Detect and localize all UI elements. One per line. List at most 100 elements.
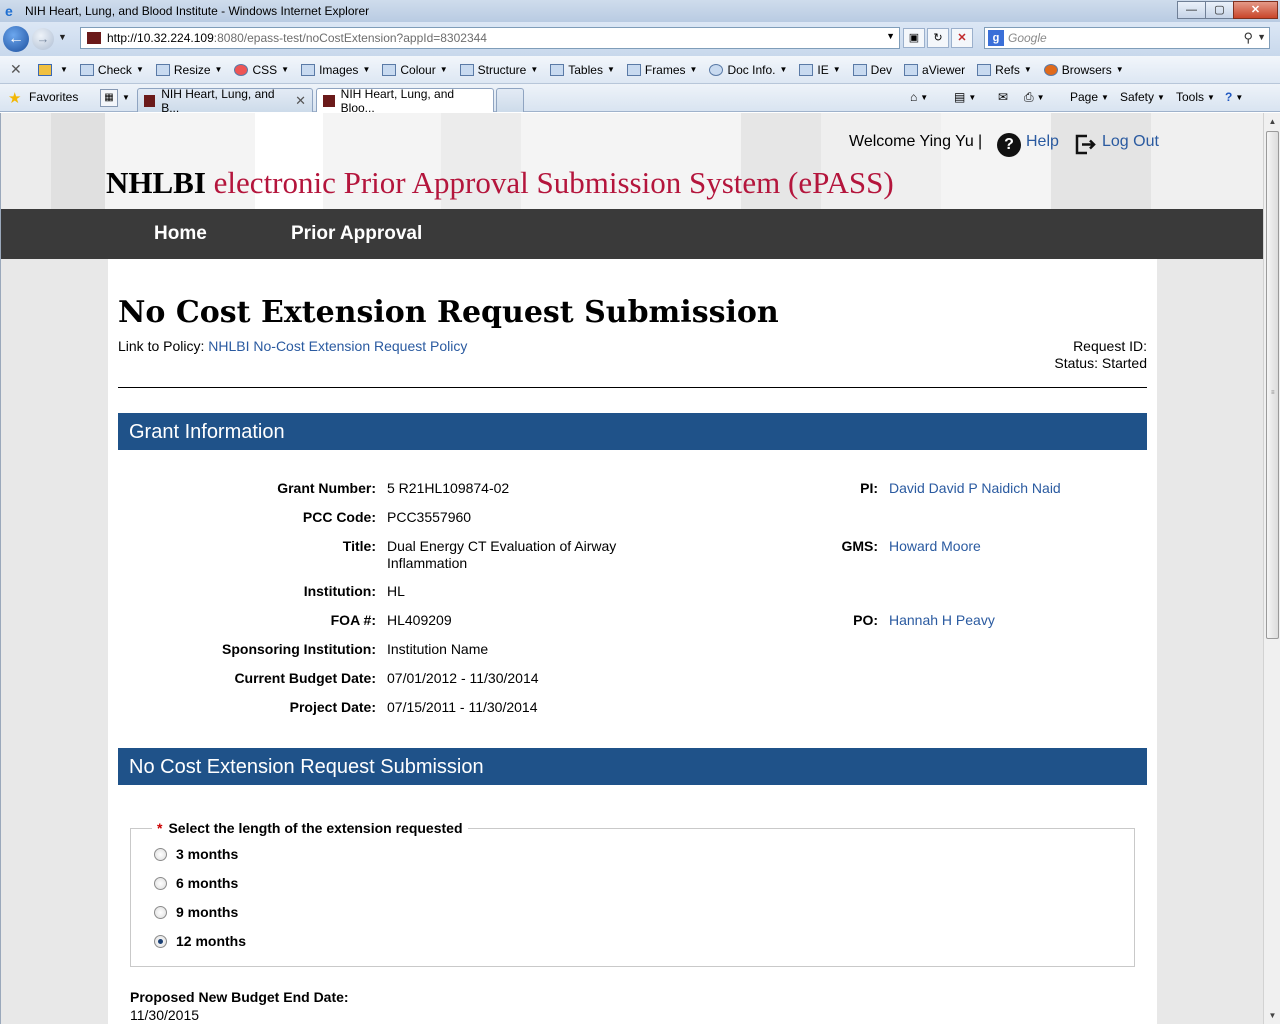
toolbar-images[interactable]: Images ▼ (301, 63, 370, 77)
radio-3-months[interactable] (154, 847, 167, 861)
option-12-months[interactable]: 12 months (154, 933, 246, 949)
browser-tab-2-label: NIH Heart, Lung, and Bloo... (340, 86, 455, 115)
tools-menu[interactable]: Tools ▼ (1176, 90, 1215, 104)
nav-home[interactable]: Home (154, 223, 207, 245)
site-title-name: electronic Prior Approval Submission Sys… (213, 165, 894, 200)
window-titlebar: e NIH Heart, Lung, and Blood Institute -… (0, 0, 1280, 22)
url-input[interactable]: http://10.32.224.109:8080/epass-test/noC… (80, 27, 900, 49)
radio-6-months[interactable] (154, 876, 167, 890)
search-input[interactable]: g Google ⚲ ▼ (984, 27, 1270, 49)
compatibility-view-icon[interactable]: ▣ (903, 28, 925, 48)
help-icon[interactable]: ? (997, 133, 1021, 157)
title-label: Title: (342, 538, 376, 554)
tab-favicon-icon (323, 94, 335, 107)
toolbar-colour[interactable]: Colour ▼ (382, 63, 448, 77)
home-icon[interactable]: ⌂ ▼ (910, 90, 928, 104)
toolbar-dev[interactable]: Dev (852, 63, 892, 77)
divider (118, 387, 1147, 388)
safety-menu[interactable]: Safety ▼ (1120, 90, 1165, 104)
option-9-months[interactable]: 9 months (154, 904, 238, 920)
scroll-down-icon[interactable]: ▼ (1264, 1007, 1280, 1024)
project-date-label: Project Date: (289, 699, 376, 715)
po-label: PO: (853, 612, 878, 628)
url-host: http://10.32.224.109 (107, 31, 214, 45)
colour-icon (382, 63, 397, 76)
aviewer-icon (904, 63, 919, 76)
ie-logo-icon: e (5, 3, 13, 19)
toolbar-tables[interactable]: Tables ▼ (550, 63, 615, 77)
forward-button[interactable]: → (32, 28, 54, 50)
tab-list-dropdown-icon[interactable]: ▼ (122, 93, 130, 102)
radio-12-months[interactable] (154, 934, 167, 948)
maximize-button[interactable]: ▢ (1205, 1, 1234, 19)
toolbar-resize[interactable]: Resize ▼ (155, 63, 222, 77)
history-dropdown-icon[interactable]: ▼ (58, 32, 67, 42)
scroll-thumb[interactable]: ≡ (1266, 131, 1279, 639)
radio-9-months[interactable] (154, 905, 167, 919)
toolbar-frames[interactable]: Frames ▼ (626, 63, 697, 77)
sponsoring-institution-label: Sponsoring Institution: (222, 641, 376, 657)
submission-header: No Cost Extension Request Submission (118, 748, 1147, 785)
read-mail-icon[interactable]: ✉ (998, 90, 1008, 104)
policy-link[interactable]: NHLBI No-Cost Extension Request Policy (208, 338, 467, 354)
favorites-star-icon[interactable]: ★ (8, 89, 21, 107)
option-6-months[interactable]: 6 months (154, 875, 238, 891)
browser-tab-1[interactable]: NIH Heart, Lung, and B... ✕ (137, 86, 313, 115)
gms-link[interactable]: Howard Moore (889, 538, 981, 554)
structure-icon (459, 63, 474, 76)
pcc-code-label: PCC Code: (302, 509, 376, 525)
print-icon[interactable]: ⎙ ▼ (1024, 90, 1045, 105)
logout-link[interactable]: Log Out (1102, 133, 1159, 151)
firefox-icon (1043, 63, 1058, 76)
title-value: Dual Energy CT Evaluation of Airway Infl… (387, 538, 617, 571)
scroll-up-icon[interactable]: ▲ (1264, 113, 1280, 130)
pi-link[interactable]: David David P Naidich Naid (889, 480, 1061, 496)
page-title: No Cost Extension Request Submission (118, 295, 779, 330)
toolbar-refs[interactable]: Refs ▼ (977, 63, 1032, 77)
extension-length-legend: * Select the length of the extension requ… (152, 820, 468, 836)
info-icon (709, 63, 724, 76)
close-tab-icon[interactable]: ✕ (295, 93, 306, 109)
toolbar-structure[interactable]: Structure ▼ (459, 63, 538, 77)
stop-icon[interactable]: ✕ (951, 28, 973, 48)
browser-tab-2[interactable]: NIH Heart, Lung, and Bloo... (316, 86, 494, 115)
po-link[interactable]: Hannah H Peavy (889, 612, 995, 628)
toolbar-browsers[interactable]: Browsers ▼ (1043, 63, 1124, 77)
toolbar-doc-info[interactable]: Doc Info. ▼ (709, 63, 787, 77)
request-info: Request ID: Status: Started (1054, 338, 1147, 372)
frames-icon (626, 63, 641, 76)
minimize-button[interactable]: — (1177, 1, 1206, 19)
tab-favicon-icon (144, 94, 156, 107)
quick-tabs-icon[interactable]: ▦ (100, 89, 118, 107)
help-link[interactable]: Help (1026, 133, 1059, 151)
welcome-text: Welcome Ying Yu (849, 133, 974, 150)
toolbar-grid-icon[interactable]: ▼ (38, 63, 68, 76)
logout-icon[interactable] (1074, 133, 1096, 155)
extension-length-fieldset (130, 828, 1135, 967)
nav-prior-approval[interactable]: Prior Approval (291, 223, 422, 245)
close-toolbar-icon[interactable]: ✕ (10, 61, 26, 78)
main-content: No Cost Extension Request Submission Lin… (108, 259, 1157, 1024)
page-viewport: Welcome Ying Yu | ? Help Log Out NHLBI e… (0, 113, 1263, 1024)
vertical-scrollbar[interactable]: ▲ ≡ ▼ (1263, 113, 1280, 1024)
toolbar-aviewer[interactable]: aViewer (904, 63, 965, 77)
toolbar-ie[interactable]: IE ▼ (799, 63, 841, 77)
favorites-bar: ★ Favorites ▦ ▼ NIH Heart, Lung, and B..… (0, 84, 1280, 115)
foa-label: FOA #: (330, 612, 376, 628)
browser-tab-1-label: NIH Heart, Lung, and B... (161, 86, 275, 115)
help-menu-icon[interactable]: ? ▼ (1225, 90, 1243, 104)
new-tab-button[interactable] (496, 88, 524, 112)
back-button[interactable]: ← (3, 26, 29, 52)
gms-label: GMS: (841, 538, 878, 554)
url-dropdown-icon[interactable]: ▼ (886, 31, 895, 41)
feeds-icon[interactable]: ▤ ▼ (954, 90, 976, 104)
favorites-button[interactable]: Favorites (29, 90, 78, 104)
refresh-icon[interactable]: ↻ (927, 28, 949, 48)
toolbar-css[interactable]: CSS ▼ (234, 63, 289, 77)
search-dropdown-icon[interactable]: ▼ (1257, 32, 1266, 42)
search-icon[interactable]: ⚲ (1243, 30, 1253, 46)
close-window-button[interactable]: ✕ (1233, 1, 1278, 19)
toolbar-check[interactable]: Check ▼ (79, 63, 144, 77)
page-menu[interactable]: Page ▼ (1070, 90, 1109, 104)
option-3-months[interactable]: 3 months (154, 846, 238, 862)
